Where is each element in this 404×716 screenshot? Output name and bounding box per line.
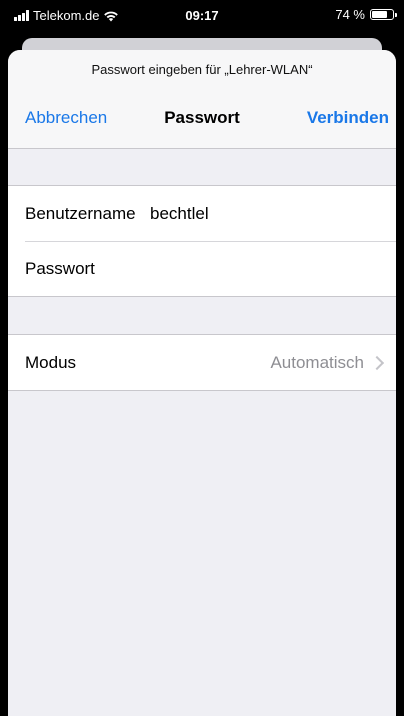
battery-icon bbox=[370, 9, 397, 20]
status-right: 74 % bbox=[335, 7, 397, 22]
password-label: Passwort bbox=[25, 258, 95, 278]
network-prompt: Passwort eingeben für „Lehrer-WLAN“ bbox=[91, 62, 313, 77]
username-field[interactable]: bechtlel bbox=[150, 204, 209, 224]
mode-label: Modus bbox=[25, 352, 77, 372]
connect-button[interactable]: Verbinden bbox=[307, 108, 389, 128]
username-label: Benutzername bbox=[25, 203, 136, 223]
mode-value: Automatisch bbox=[270, 352, 364, 372]
chevron-right-icon bbox=[369, 355, 385, 370]
mode-row[interactable]: Modus Automatisch bbox=[8, 335, 396, 390]
nav-bar: Passwort eingeben für „Lehrer-WLAN“ Abbr… bbox=[8, 50, 396, 149]
password-sheet: Passwort eingeben für „Lehrer-WLAN“ Abbr… bbox=[8, 50, 396, 716]
mode-value-container: Automatisch bbox=[270, 335, 386, 390]
status-bar: Telekom.de 09:17 74 % bbox=[0, 0, 404, 34]
username-row[interactable]: Benutzername bechtlel bbox=[8, 186, 396, 241]
battery-percent: 74 % bbox=[335, 7, 365, 22]
mode-group: Modus Automatisch bbox=[8, 334, 396, 391]
credentials-group: Benutzername bechtlel Passwort bbox=[8, 185, 396, 297]
password-row[interactable]: Passwort bbox=[8, 241, 396, 296]
